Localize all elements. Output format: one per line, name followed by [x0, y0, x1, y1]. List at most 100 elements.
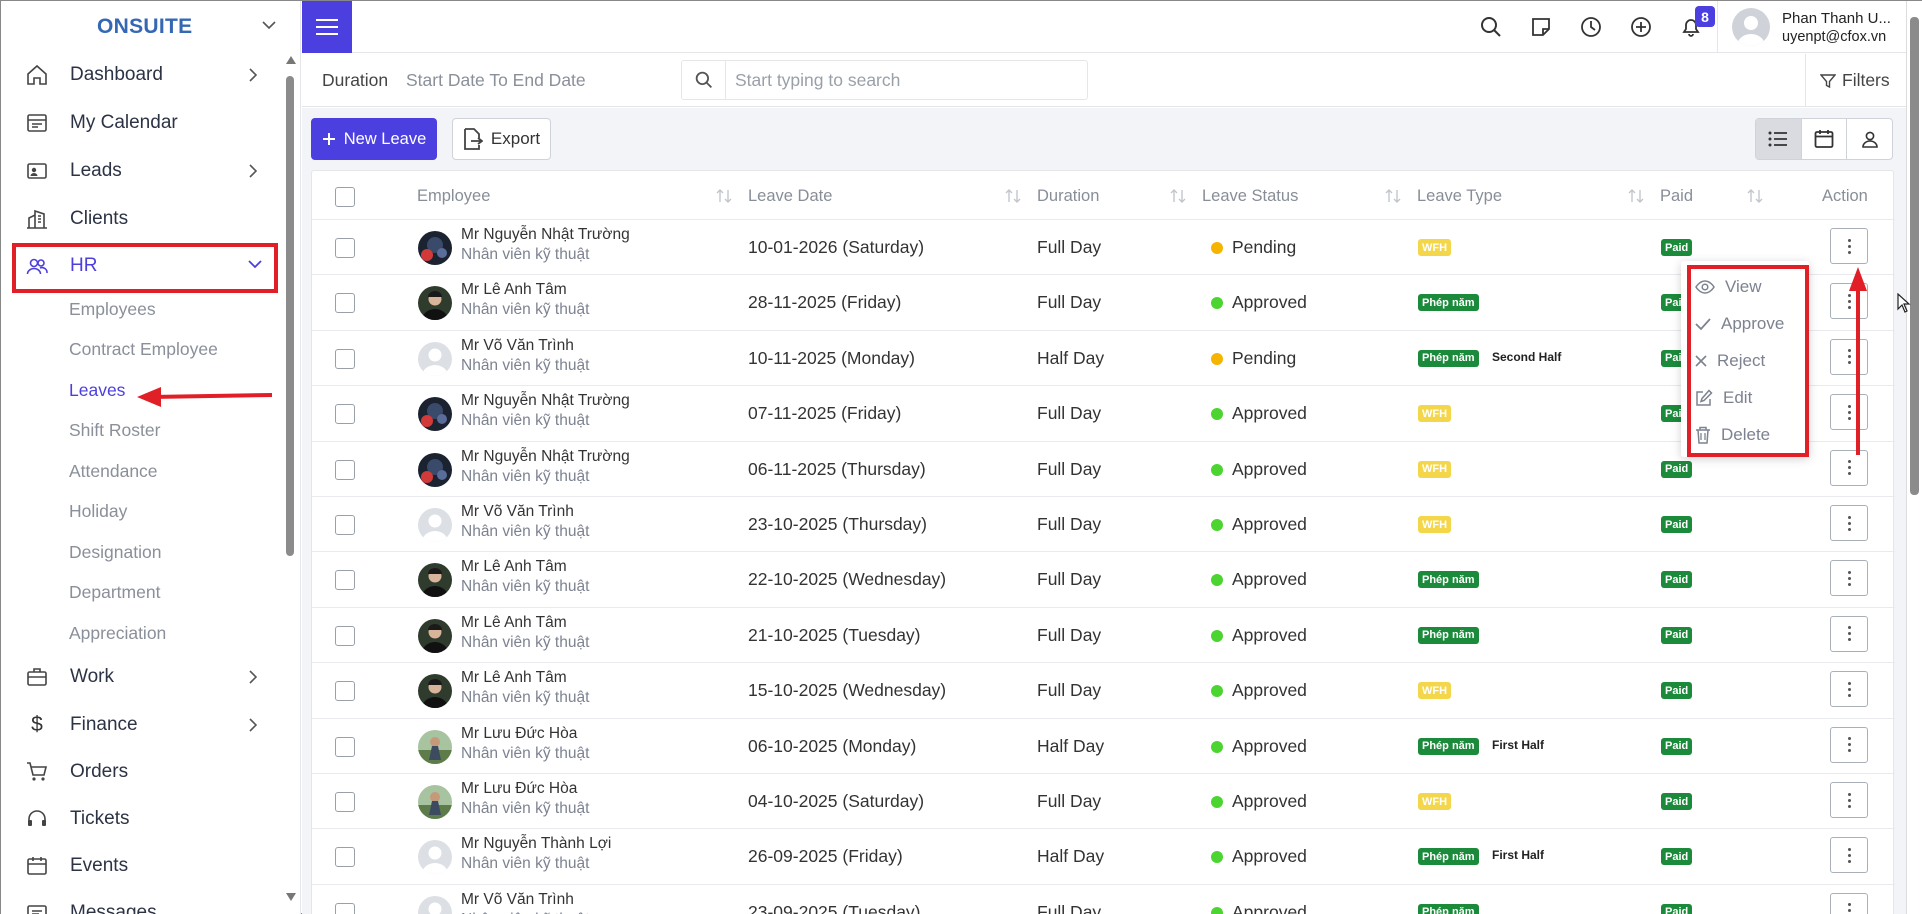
sidebar-scrollbar[interactable] [284, 55, 296, 903]
employee-name[interactable]: Mr Võ Văn Trình [461, 337, 574, 355]
employee-name[interactable]: Mr Võ Văn Trình [461, 891, 574, 909]
table-row[interactable]: Mr Lê Anh Tâm Nhân viên kỹ thuật 28-11-202… [312, 274, 1895, 329]
new-leave-button[interactable]: New Leave [311, 118, 437, 160]
brand[interactable]: ONSUITE [1, 1, 300, 53]
sidebar-subitem-holiday[interactable]: Holiday [69, 501, 127, 522]
table-row[interactable]: Mr Nguyễn Thành Lợi Nhân viên kỹ thuật 26-… [312, 828, 1895, 883]
column-header-leave-status[interactable]: Leave Status [1202, 187, 1298, 206]
row-action-button[interactable] [1830, 449, 1868, 486]
search-input[interactable] [727, 61, 1087, 99]
table-row[interactable]: Mr Nguyễn Nhật Trường Nhân viên kỹ thuật 0… [312, 385, 1895, 440]
sidebar-subitem-contract-employee[interactable]: Contract Employee [69, 339, 218, 360]
sort-icon[interactable] [1004, 188, 1022, 204]
column-header-action[interactable]: Action [1822, 187, 1868, 206]
calendar-view-button[interactable] [1802, 119, 1848, 159]
table-row[interactable]: Mr Lê Anh Tâm Nhân viên kỹ thuật 15-10-202… [312, 662, 1895, 717]
date-range-picker[interactable]: Start Date To End Date [406, 70, 586, 91]
chevron-down-icon[interactable] [261, 17, 277, 33]
employee-name[interactable]: Mr Lê Anh Tâm [461, 558, 567, 576]
sidebar-item-leads[interactable]: Leads [1, 149, 281, 193]
row-action-button[interactable] [1830, 560, 1868, 597]
employee-name[interactable]: Mr Lê Anh Tâm [461, 669, 567, 687]
table-row[interactable]: Mr Lê Anh Tâm Nhân viên kỹ thuật 21-10-202… [312, 606, 1895, 662]
row-action-button[interactable] [1830, 615, 1868, 652]
avatar[interactable] [418, 895, 452, 914]
row-checkbox[interactable] [335, 681, 355, 702]
sort-icon[interactable] [1384, 188, 1402, 204]
table-row[interactable]: Mr Lưu Đức Hòa Nhân viên kỹ thuật 04-10-20… [312, 773, 1895, 828]
table-row[interactable]: Mr Võ Văn TrìnhNhân viên kỹ thuật23-09-2… [312, 883, 1895, 914]
sidebar-item-orders[interactable]: Orders [1, 750, 281, 794]
employee-name[interactable]: Mr Lê Anh Tâm [461, 281, 567, 299]
avatar[interactable] [418, 231, 452, 265]
row-checkbox[interactable] [335, 459, 355, 480]
employee-name[interactable]: Mr Lê Anh Tâm [461, 614, 567, 632]
column-header-duration[interactable]: Duration [1037, 187, 1099, 206]
sort-icon[interactable] [715, 188, 733, 204]
add-circle-icon[interactable] [1628, 14, 1654, 40]
row-checkbox[interactable] [335, 847, 355, 868]
column-header-employee[interactable]: Employee [417, 187, 490, 206]
avatar[interactable] [418, 286, 452, 321]
row-action-button[interactable] [1830, 338, 1868, 375]
table-row[interactable]: Mr Nguyễn Nhật Trường Nhân viên kỹ thuật 0… [312, 440, 1895, 496]
row-checkbox[interactable] [335, 570, 355, 591]
row-checkbox[interactable] [335, 515, 355, 535]
search-icon[interactable] [1478, 14, 1504, 40]
row-action-button[interactable] [1830, 892, 1868, 914]
row-action-button[interactable] [1830, 394, 1868, 431]
table-row[interactable]: Mr Lê Anh Tâm Nhân viên kỹ thuật 22-10-202… [312, 551, 1895, 606]
avatar[interactable] [418, 840, 452, 875]
table-row[interactable]: Mr Nguyễn Nhật Trường Nhân viên kỹ thuật 1… [312, 219, 1895, 274]
avatar[interactable] [418, 563, 452, 598]
employee-name[interactable]: Mr Lưu Đức Hòa [461, 725, 577, 743]
user-menu[interactable]: Phan Thanh U... uyenpt@cfox.vn [1717, 1, 1910, 53]
sidebar-item-tickets[interactable]: Tickets [1, 797, 281, 841]
row-action-button[interactable] [1830, 837, 1868, 874]
avatar[interactable] [418, 618, 452, 653]
column-header-leave-date[interactable]: Leave Date [748, 187, 832, 206]
row-action-button[interactable] [1830, 505, 1868, 541]
sidebar-item-clients[interactable]: Clients [1, 197, 281, 241]
column-header-paid[interactable]: Paid [1660, 187, 1693, 206]
employee-view-button[interactable] [1847, 119, 1892, 159]
avatar[interactable] [418, 674, 452, 709]
sidebar-subitem-leaves[interactable]: Leaves [69, 380, 125, 401]
row-checkbox[interactable] [335, 792, 355, 812]
row-checkbox[interactable] [335, 625, 355, 646]
sort-icon[interactable] [1746, 188, 1764, 204]
row-action-button[interactable] [1830, 671, 1868, 708]
row-action-button[interactable] [1830, 782, 1868, 818]
sidebar-item-my-calendar[interactable]: My Calendar [1, 101, 281, 145]
employee-name[interactable]: Mr Nguyễn Thành Lợi [461, 835, 611, 853]
employee-name[interactable]: Mr Nguyễn Nhật Trường [461, 226, 630, 244]
avatar[interactable] [418, 452, 452, 487]
row-checkbox[interactable] [335, 348, 355, 369]
sidebar-subitem-attendance[interactable]: Attendance [69, 461, 158, 482]
sidebar-subitem-employees[interactable]: Employees [69, 299, 156, 320]
employee-name[interactable]: Mr Nguyễn Nhật Trường [461, 392, 630, 410]
sort-icon[interactable] [1169, 188, 1187, 204]
sidebar-subitem-shift-roster[interactable]: Shift Roster [69, 420, 160, 441]
row-checkbox[interactable] [335, 238, 355, 258]
sticky-note-icon[interactable] [1528, 14, 1554, 40]
filters-button[interactable]: Filters [1805, 54, 1910, 107]
clock-icon[interactable] [1578, 14, 1604, 40]
table-row[interactable]: Mr Võ Văn Trình Nhân viên kỹ thuật 23-10-2… [312, 496, 1895, 551]
sort-icon[interactable] [1627, 188, 1645, 204]
row-checkbox[interactable] [335, 736, 355, 757]
export-button[interactable]: Export [452, 118, 551, 160]
avatar[interactable] [418, 508, 452, 542]
menu-toggle-button[interactable] [302, 1, 352, 53]
row-action-button[interactable] [1830, 228, 1868, 264]
page-scrollbar[interactable] [1906, 1, 1922, 914]
sidebar-subitem-department[interactable]: Department [69, 582, 160, 603]
avatar[interactable] [418, 729, 452, 764]
select-all-checkbox[interactable] [335, 187, 355, 207]
employee-name[interactable]: Mr Nguyễn Nhật Trường [461, 448, 630, 466]
table-row[interactable]: Mr Lưu Đức Hòa Nhân viên kỹ thuật 06-10-20… [312, 717, 1895, 773]
sidebar-item-finance[interactable]: $ Finance [1, 703, 281, 747]
list-view-button[interactable] [1756, 119, 1802, 159]
employee-name[interactable]: Mr Lưu Đức Hòa [461, 780, 577, 798]
column-header-leave-type[interactable]: Leave Type [1417, 187, 1502, 206]
